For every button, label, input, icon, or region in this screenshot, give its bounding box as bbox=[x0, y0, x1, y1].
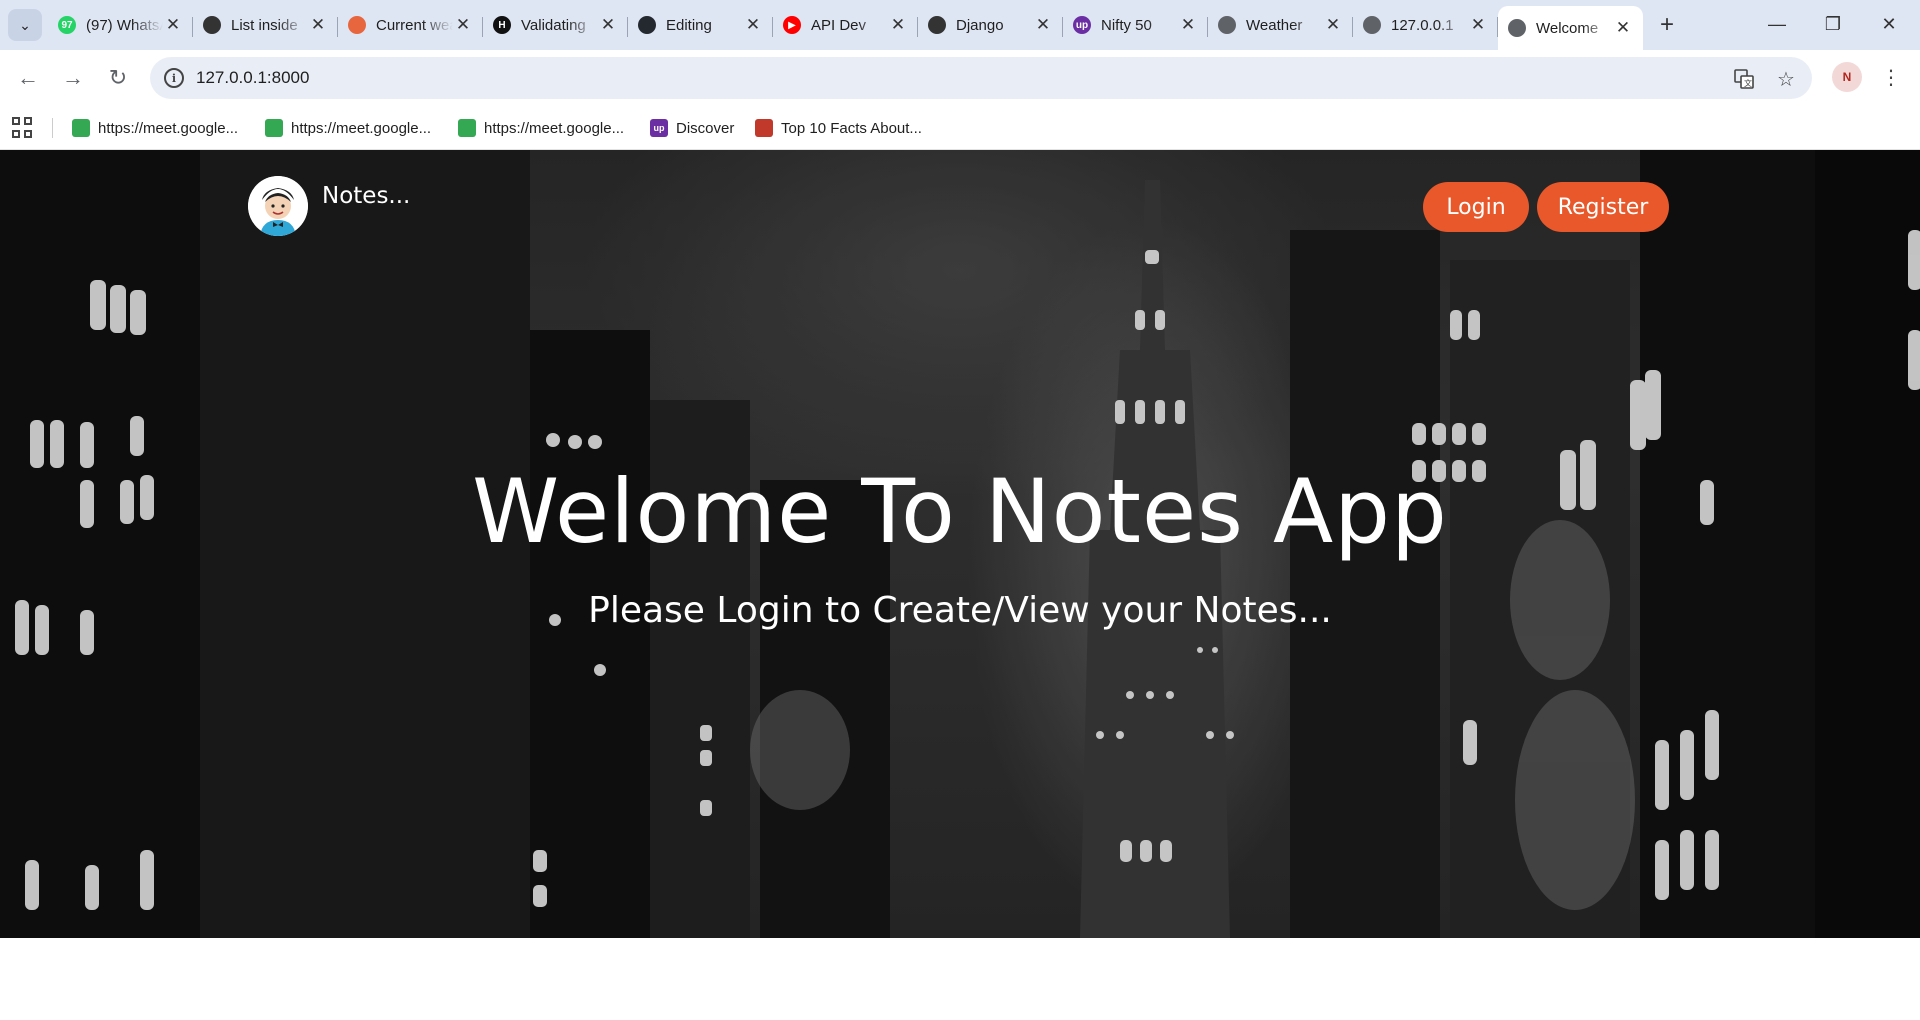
chevron-down-icon: ⌄ bbox=[19, 16, 31, 33]
bookmark-label: Discover bbox=[676, 119, 735, 137]
tab-close-icon[interactable]: ✕ bbox=[888, 15, 908, 35]
hero-title: Welome To Notes App bbox=[472, 460, 1448, 563]
tab-title: Current weather bbox=[376, 16, 453, 34]
bookmark-favicon-icon bbox=[458, 119, 476, 137]
tab-title: Editing bbox=[666, 16, 712, 34]
restore-button[interactable]: ❐ bbox=[1810, 8, 1856, 40]
new-tab-button[interactable]: + bbox=[1652, 10, 1682, 40]
tab-favicon-icon bbox=[638, 16, 656, 34]
tab-favicon-icon: 97 bbox=[58, 16, 76, 34]
bookmark-label: Top 10 Facts About... bbox=[781, 119, 922, 137]
svg-text:文: 文 bbox=[1744, 78, 1752, 88]
hero-subtitle: Please Login to Create/View your Notes..… bbox=[588, 590, 1332, 631]
tab-close-icon[interactable]: ✕ bbox=[1613, 18, 1633, 38]
minimize-button[interactable]: — bbox=[1754, 8, 1800, 40]
tab-title: (97) WhatsApp bbox=[86, 16, 163, 34]
brand-logo bbox=[248, 176, 308, 236]
browser-tab[interactable]: Django ✕ bbox=[918, 6, 1063, 44]
browser-toolbar: ← → ↻ i 127.0.0.1:8000 文 ☆ N ⋮ bbox=[0, 50, 1920, 106]
tab-close-icon[interactable]: ✕ bbox=[1178, 15, 1198, 35]
bookmark-item[interactable]: https://meet.google... bbox=[458, 116, 624, 140]
tab-close-icon[interactable]: ✕ bbox=[1468, 15, 1488, 35]
tab-favicon-icon bbox=[203, 16, 221, 34]
forward-button[interactable]: → bbox=[55, 60, 91, 96]
tab-favicon-icon bbox=[1363, 16, 1381, 34]
tab-title: 127.0.0.1 bbox=[1391, 16, 1454, 34]
browser-tab[interactable]: 97 (97) WhatsApp✕ bbox=[48, 6, 193, 44]
address-bar[interactable]: i 127.0.0.1:8000 文 ☆ bbox=[150, 57, 1812, 99]
browser-tab[interactable]: List inside ✕ bbox=[193, 6, 338, 44]
tab-close-icon[interactable]: ✕ bbox=[1323, 15, 1343, 35]
browser-tab[interactable]: H Validating ✕ bbox=[483, 6, 628, 44]
restore-icon: ❐ bbox=[1824, 13, 1842, 34]
register-button[interactable]: Register bbox=[1537, 182, 1669, 232]
minimize-icon: — bbox=[1768, 13, 1786, 34]
tab-close-icon[interactable]: ✕ bbox=[743, 15, 763, 35]
close-window-button[interactable]: ✕ bbox=[1866, 8, 1912, 40]
browser-tab[interactable]: Current weather✕ bbox=[338, 6, 483, 44]
arrow-left-icon: ← bbox=[17, 65, 39, 90]
plus-icon: + bbox=[1659, 11, 1674, 38]
tab-favicon-icon: ▶ bbox=[783, 16, 801, 34]
bookmark-item[interactable]: https://meet.google... bbox=[265, 116, 431, 140]
bookmarks-bar: https://meet.google... https://meet.googl… bbox=[0, 106, 1920, 150]
browser-tab[interactable]: Welcome ✕ bbox=[1498, 6, 1643, 50]
bookmark-item[interactable]: up Discover bbox=[650, 116, 734, 140]
profile-avatar[interactable]: N bbox=[1832, 62, 1862, 92]
bookmark-star-icon[interactable]: ☆ bbox=[1774, 67, 1798, 91]
site-info-icon[interactable]: i bbox=[164, 68, 184, 88]
bookmark-favicon-icon bbox=[755, 119, 773, 137]
tab-close-icon[interactable]: ✕ bbox=[163, 15, 183, 35]
login-button[interactable]: Login bbox=[1423, 182, 1529, 232]
tab-strip: ⌄ 97(97) WhatsApp✕List inside✕Current we… bbox=[0, 0, 1920, 50]
browser-tab[interactable]: Editing ✕ bbox=[628, 6, 773, 44]
tab-favicon-icon: H bbox=[493, 16, 511, 34]
translate-icon[interactable]: 文 bbox=[1732, 67, 1756, 91]
tab-title: Weather bbox=[1246, 16, 1303, 34]
tab-favicon-icon bbox=[1218, 16, 1236, 34]
tab-title: Nifty 50 bbox=[1101, 16, 1152, 34]
tab-close-icon[interactable]: ✕ bbox=[308, 15, 328, 35]
reload-icon: ↻ bbox=[108, 65, 128, 90]
browser-tab[interactable]: 127.0.0.1 ✕ bbox=[1353, 6, 1498, 44]
bookmark-label: https://meet.google... bbox=[484, 119, 625, 137]
tab-search-button[interactable]: ⌄ bbox=[8, 9, 42, 41]
tab-favicon-icon: up bbox=[1073, 16, 1091, 34]
tab-close-icon[interactable]: ✕ bbox=[453, 15, 473, 35]
brand-name[interactable]: Notes... bbox=[322, 183, 410, 209]
menu-kebab-icon[interactable]: ⋮ bbox=[1876, 62, 1906, 92]
tab-title: Welcome bbox=[1536, 19, 1599, 37]
bookmarks-divider bbox=[52, 118, 53, 138]
tab-list: 97(97) WhatsApp✕List inside✕Current weat… bbox=[48, 6, 1643, 50]
tab-title: Django bbox=[956, 16, 1004, 34]
back-button[interactable]: ← bbox=[10, 60, 46, 96]
tab-favicon-icon bbox=[1508, 19, 1526, 37]
hero-section: Notes... Login Register Welome To Notes … bbox=[0, 150, 1920, 938]
reload-button[interactable]: ↻ bbox=[100, 60, 136, 96]
browser-tab[interactable]: ▶ API Dev ✕ bbox=[773, 6, 918, 44]
tab-close-icon[interactable]: ✕ bbox=[1033, 15, 1053, 35]
tab-close-icon[interactable]: ✕ bbox=[598, 15, 618, 35]
close-icon: ✕ bbox=[1881, 13, 1897, 34]
address-url[interactable]: 127.0.0.1:8000 bbox=[196, 68, 309, 88]
bookmark-label: https://meet.google... bbox=[291, 119, 432, 137]
tab-title: Validating bbox=[521, 16, 586, 34]
browser-tab[interactable]: up Nifty 50 ✕ bbox=[1063, 6, 1208, 44]
bookmark-favicon-icon: up bbox=[650, 119, 668, 137]
bookmark-favicon-icon bbox=[265, 119, 283, 137]
tab-title: List inside bbox=[231, 16, 298, 34]
bookmark-item[interactable]: Top 10 Facts About... bbox=[755, 116, 922, 140]
bookmark-label: https://meet.google... bbox=[98, 119, 239, 137]
brand[interactable]: Notes... bbox=[248, 176, 410, 236]
tab-title: API Dev bbox=[811, 16, 867, 34]
browser-tab[interactable]: Weather ✕ bbox=[1208, 6, 1353, 44]
bookmark-favicon-icon bbox=[72, 119, 90, 137]
tab-favicon-icon bbox=[348, 16, 366, 34]
bookmark-item[interactable]: https://meet.google... bbox=[72, 116, 238, 140]
tab-favicon-icon bbox=[928, 16, 946, 34]
arrow-right-icon: → bbox=[62, 65, 84, 90]
apps-grid-icon[interactable] bbox=[12, 117, 34, 139]
